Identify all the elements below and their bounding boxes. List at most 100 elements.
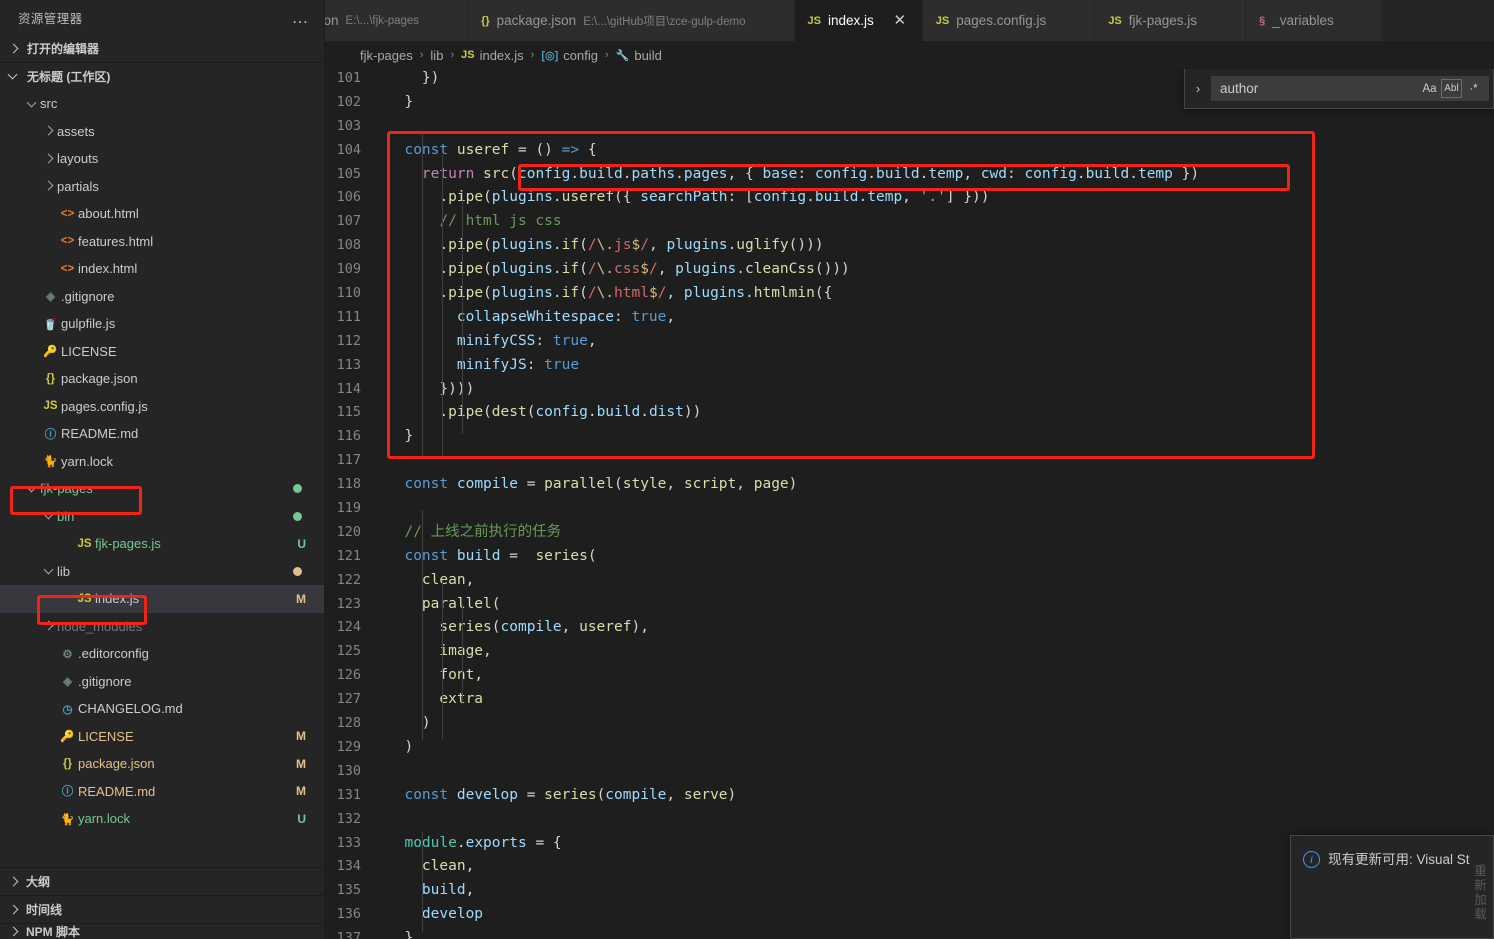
line-number: 107: [336, 213, 361, 230]
tree-item-index-html[interactable]: <> index.html: [0, 255, 324, 283]
tree-item-license[interactable]: 🔑 LICENSE M: [0, 723, 324, 751]
tab--variables[interactable]: §_variables✕: [1246, 0, 1383, 41]
code-scroll-region[interactable]: 101 }) 102 } 103 104 const useref = () => {…: [325, 69, 1494, 939]
tree-item--editorconfig[interactable]: ⚙ .editorconfig: [0, 640, 324, 668]
whole-word-icon[interactable]: Abl: [1441, 79, 1462, 98]
tab-fjk-pages-js[interactable]: JSfjk-pages.js✕: [1095, 0, 1247, 41]
tab-label: _variables: [1272, 13, 1334, 28]
line-number: 109: [336, 261, 361, 278]
tree-item-readme-md[interactable]: ⓘ README.md M: [0, 778, 324, 806]
tree-item-label: .gitignore: [61, 288, 115, 304]
code-line: 112 minifyCSS: true,: [325, 330, 1199, 354]
section-outline[interactable]: 大纲: [0, 867, 324, 895]
tree-item-label: yarn.lock: [61, 453, 114, 469]
line-number: 102: [336, 93, 361, 110]
use-regex-icon[interactable]: ·*: [1463, 79, 1484, 98]
file-type-icon: JS: [77, 537, 92, 550]
breadcrumb-item-config[interactable]: [◎] config: [541, 48, 598, 63]
chevron-down-icon[interactable]: [42, 563, 57, 579]
find-widget[interactable]: › Aa Abl ·*: [1184, 69, 1494, 109]
tree-item-gulpfile-js[interactable]: 🥤 gulpfile.js: [0, 310, 324, 338]
line-number: 129: [336, 738, 361, 755]
notification-toast[interactable]: i 现有更新可用: Visual St 重新加载: [1290, 835, 1494, 939]
line-number: 133: [336, 834, 361, 851]
tree-item-yarn-lock[interactable]: 🐈 yarn.lock U: [0, 805, 324, 833]
tree-item-assets[interactable]: assets: [0, 118, 324, 146]
tree-item--gitignore[interactable]: ◈ .gitignore: [0, 283, 324, 311]
section-workspace[interactable]: 无标题 (工作区): [0, 62, 324, 89]
tree-item-yarn-lock[interactable]: 🐈 yarn.lock: [0, 448, 324, 476]
section-timeline[interactable]: 时间线: [0, 895, 324, 923]
chevron-right-icon: [6, 902, 22, 918]
line-number: 111: [336, 308, 361, 325]
chevron-right-icon[interactable]: [42, 123, 57, 139]
line-number: 126: [336, 667, 361, 684]
chevron-down-icon[interactable]: [25, 96, 40, 112]
tree-item-package-json[interactable]: {} package.json M: [0, 750, 324, 778]
tree-item-label: README.md: [61, 426, 139, 442]
tree-item-license[interactable]: 🔑 LICENSE: [0, 338, 324, 366]
toggle-replace-icon[interactable]: ›: [1185, 81, 1211, 96]
code-line: 107 // html js css: [325, 210, 1199, 234]
tree-item--gitignore[interactable]: ◈ .gitignore: [0, 668, 324, 696]
code-editor[interactable]: 101 }) 102 } 103 104 const useref = () => {…: [325, 69, 1494, 939]
more-actions-icon[interactable]: …: [292, 9, 311, 26]
tree-item-layouts[interactable]: layouts: [0, 145, 324, 173]
tree-item-readme-md[interactable]: ⓘ README.md: [0, 420, 324, 448]
breadcrumb-item-lib[interactable]: lib: [430, 48, 443, 63]
find-input-box[interactable]: Aa Abl ·*: [1211, 76, 1489, 101]
tree-item-src[interactable]: src: [0, 90, 324, 118]
line-number: 112: [336, 332, 361, 349]
breadcrumb-item-fjk-pages[interactable]: fjk-pages: [360, 48, 413, 63]
chevron-right-icon[interactable]: [42, 618, 57, 634]
chevron-right-icon[interactable]: [42, 178, 57, 194]
chevron-down-icon[interactable]: [25, 481, 40, 497]
chevron-down-icon[interactable]: [42, 508, 57, 524]
code-content: 101 }) 102 } 103 104 const useref = () => {…: [325, 69, 1199, 939]
tab-close-icon[interactable]: ✕: [891, 13, 909, 28]
line-text: minifyCSS: true,: [456, 332, 597, 349]
tree-item-features-html[interactable]: <> features.html: [0, 228, 324, 256]
breadcrumb-item-build[interactable]: 🔧 build: [616, 48, 662, 63]
tree-item-label: index.js: [95, 591, 140, 607]
find-input[interactable]: [1220, 81, 1418, 96]
line-number: 115: [336, 404, 361, 421]
tree-item-about-html[interactable]: <> about.html: [0, 200, 324, 228]
breadcrumb: fjk-pages › lib › JS index.js › [◎] config › 🔧 buil…: [325, 41, 1494, 69]
chevron-right-icon[interactable]: [42, 151, 57, 167]
line-number: 123: [336, 595, 361, 612]
tab-index-js[interactable]: JS index.js ✕: [794, 0, 923, 41]
tree-item-node-modules[interactable]: node_modules: [0, 613, 324, 641]
tree-item-fjk-pages-js[interactable]: JS fjk-pages.js U: [0, 530, 324, 558]
tree-item-lib[interactable]: lib: [0, 558, 324, 586]
line-text: clean,: [421, 858, 475, 875]
tree-item-label: assets: [57, 123, 95, 139]
section-npm-scripts[interactable]: NPM 脚本: [0, 923, 324, 939]
file-type-icon: <>: [60, 235, 75, 248]
tab-bar: ge.json E:\...\fjk-pages ✕ {} package.json E:…: [325, 0, 1494, 41]
line-number: 131: [336, 786, 361, 803]
tab-ge-json[interactable]: ge.jsonE:\...\fjk-pages✕: [325, 0, 469, 41]
tree-item-bin[interactable]: bin: [0, 503, 324, 531]
section-npm-scripts-label: NPM 脚本: [26, 925, 81, 939]
line-text: extra: [387, 691, 483, 707]
match-case-icon[interactable]: Aa: [1419, 79, 1440, 98]
section-open-editors[interactable]: 打开的编辑器: [0, 35, 324, 62]
line-number: 106: [336, 189, 361, 206]
tree-item-index-js[interactable]: JS index.js M: [0, 585, 324, 613]
tree-item-fjk-pages[interactable]: fjk-pages: [0, 475, 324, 503]
line-number: 132: [336, 810, 361, 827]
code-line: 109 .pipe(plugins.if(/\.css$/, plugins.c…: [325, 258, 1199, 282]
tree-item-pages-config-js[interactable]: JS pages.config.js: [0, 393, 324, 421]
file-type-icon: ◷: [62, 703, 73, 716]
tab-package-json[interactable]: {} package.json E:\...\gitHub项目\zce-gulp-d…: [468, 0, 795, 41]
breadcrumb-item-index-js[interactable]: JS index.js: [461, 48, 524, 63]
tab-pages-config-js[interactable]: JSpages.config.js✕: [922, 0, 1096, 41]
line-text: ): [404, 738, 414, 755]
tree-item-partials[interactable]: partials: [0, 173, 324, 201]
tree-item-changelog-md[interactable]: ◷ CHANGELOG.md: [0, 695, 324, 723]
tree-item-package-json[interactable]: {} package.json: [0, 365, 324, 393]
line-text: .pipe(plugins.if(/\.js$/, plugins.uglify…: [439, 237, 824, 254]
